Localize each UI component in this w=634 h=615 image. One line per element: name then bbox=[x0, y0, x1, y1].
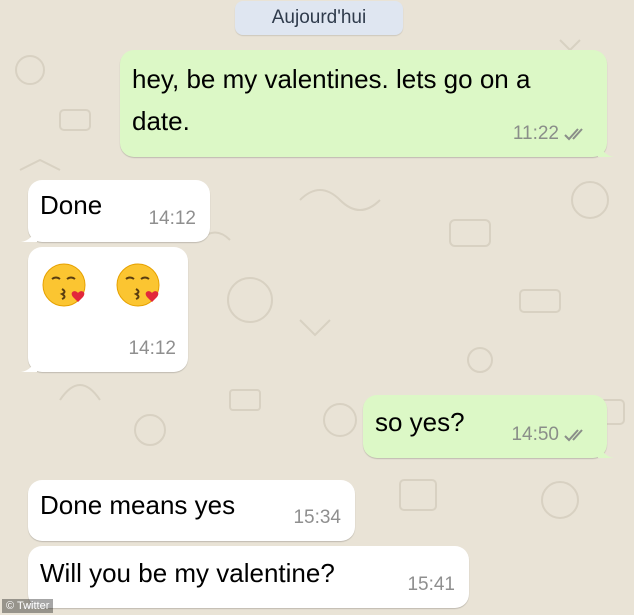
message-time: 14:12 bbox=[128, 338, 176, 359]
message-bubble-incoming[interactable]: 14:12 bbox=[21, 247, 188, 372]
kissing-heart-emoji bbox=[42, 263, 86, 307]
message-bubble-outgoing[interactable]: so yes? 14:50 bbox=[363, 395, 614, 458]
kissing-heart-emoji bbox=[116, 263, 160, 307]
message-time: 14:12 bbox=[148, 208, 196, 229]
bubble-tail bbox=[598, 141, 614, 157]
double-check-icon bbox=[564, 128, 583, 141]
bubble-tail bbox=[21, 356, 37, 372]
bubble-tail bbox=[21, 226, 37, 242]
message-text: hey, be my valentines. lets go on a bbox=[132, 64, 531, 94]
message-text: Will you be my valentine? bbox=[40, 558, 335, 588]
date-separator: Aujourd'hui bbox=[235, 1, 403, 35]
double-check-icon bbox=[564, 429, 583, 442]
bubble-tail bbox=[598, 442, 614, 458]
message-time: 11:22 bbox=[512, 123, 559, 144]
message-time: 15:41 bbox=[407, 574, 455, 595]
message-time: 14:50 bbox=[511, 424, 559, 445]
message-time: 15:34 bbox=[293, 507, 341, 528]
message-meta: 11:22 bbox=[513, 123, 591, 145]
message-meta: 14:50 bbox=[511, 424, 591, 446]
message-text: date. bbox=[132, 106, 190, 136]
message-bubble-outgoing[interactable]: hey, be my valentines. lets go on a date… bbox=[120, 50, 614, 157]
message-text: Done means yes bbox=[40, 490, 236, 520]
message-bubble-incoming[interactable]: Will you be my valentine? 15:41 bbox=[21, 546, 469, 608]
message-bubble-incoming[interactable]: Done means yes 15:34 bbox=[28, 480, 355, 541]
message-text: so yes? bbox=[375, 407, 465, 437]
message-text: Done bbox=[40, 190, 103, 220]
source-watermark: © Twitter bbox=[2, 599, 54, 613]
message-bubble-incoming[interactable]: Done 14:12 bbox=[21, 180, 210, 242]
